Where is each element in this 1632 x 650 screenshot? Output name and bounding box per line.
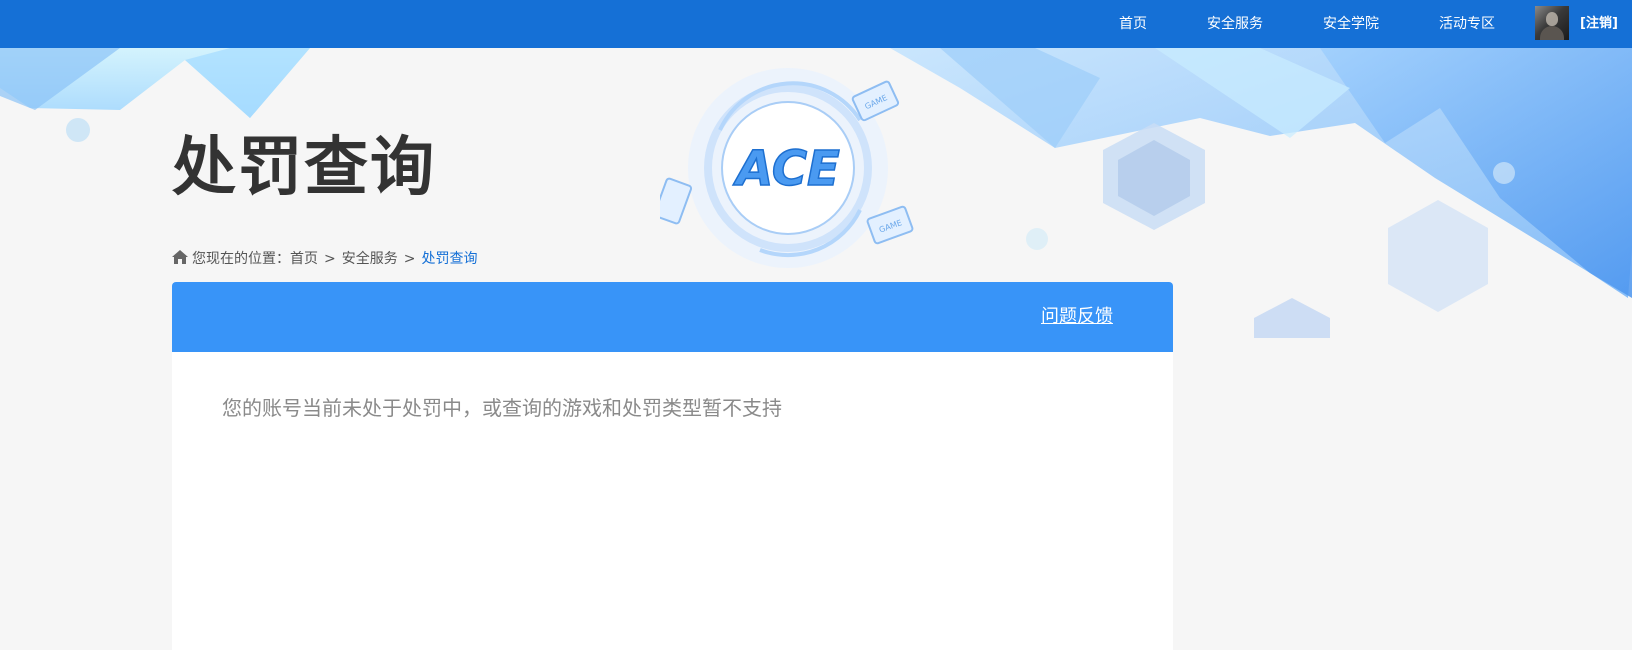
query-result-notice: 您的账号当前未处于处罚中，或查询的游戏和处罚类型暂不支持 <box>222 396 782 420</box>
avatar-body <box>1540 26 1564 40</box>
nav-item-security-service[interactable]: 安全服务 <box>1207 0 1263 48</box>
breadcrumb-separator: > <box>324 251 336 267</box>
page-title: 处罚查询 <box>172 131 436 205</box>
breadcrumb-prefix: 您现在的位置： <box>192 251 290 267</box>
breadcrumb-home[interactable]: 首页 <box>290 251 318 267</box>
nav-item-home[interactable]: 首页 <box>1119 0 1147 48</box>
ace-logo-text: ACE <box>732 141 840 197</box>
logout-link[interactable]: [注销] <box>1580 0 1618 48</box>
breadcrumb: 您现在的位置：首页 > 安全服务 > 处罚查询 <box>172 248 477 270</box>
avatar-face <box>1546 12 1558 26</box>
home-icon <box>172 250 188 264</box>
breadcrumb-separator: > <box>403 251 416 267</box>
nav-item-activity-zone[interactable]: 活动专区 <box>1439 0 1495 48</box>
breadcrumb-current: 处罚查询 <box>421 251 478 267</box>
feedback-link[interactable]: 问题反馈 <box>1041 282 1113 352</box>
top-nav-bar: 首页 安全服务 安全学院 活动专区 [注销] <box>0 0 1632 48</box>
panel-body: 您的账号当前未处于处罚中，或查询的游戏和处罚类型暂不支持 <box>172 352 1173 650</box>
nav-item-security-academy[interactable]: 安全学院 <box>1323 0 1379 48</box>
breadcrumb-security-service[interactable]: 安全服务 <box>342 251 398 267</box>
panel-header: 问题反馈 <box>172 282 1173 352</box>
ace-emblem: GAME GAME ACE <box>660 68 914 268</box>
user-avatar[interactable] <box>1535 6 1569 40</box>
